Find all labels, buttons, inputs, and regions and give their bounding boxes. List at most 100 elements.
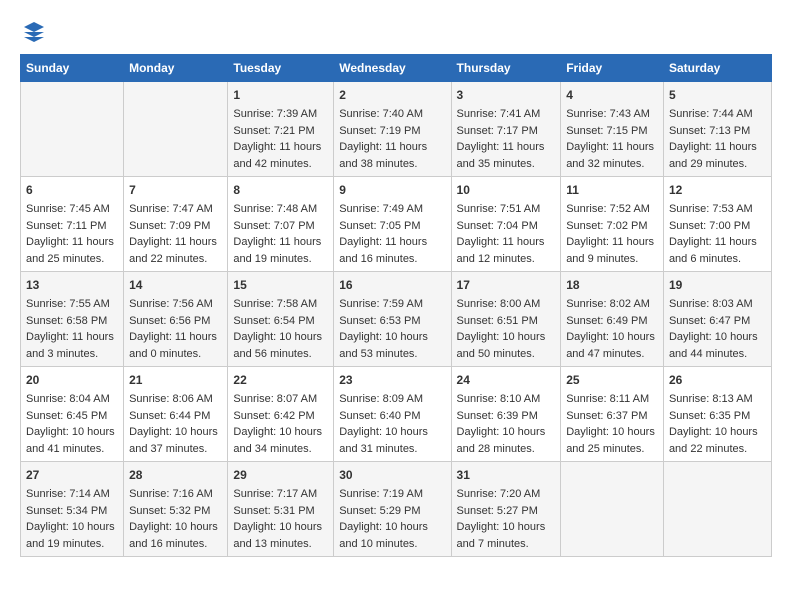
sunset: Sunset: 5:27 PM — [457, 505, 538, 517]
daylight: Daylight: 10 hours and 22 minutes. — [669, 426, 758, 455]
sunset: Sunset: 6:45 PM — [26, 410, 107, 422]
calendar-table: SundayMondayTuesdayWednesdayThursdayFrid… — [20, 54, 772, 557]
calendar-cell: 10Sunrise: 7:51 AMSunset: 7:04 PMDayligh… — [451, 177, 561, 272]
sunset: Sunset: 7:09 PM — [129, 220, 210, 232]
calendar-cell: 21Sunrise: 8:06 AMSunset: 6:44 PMDayligh… — [124, 367, 228, 462]
calendar-cell: 28Sunrise: 7:16 AMSunset: 5:32 PMDayligh… — [124, 462, 228, 557]
sunrise: Sunrise: 7:49 AM — [339, 203, 423, 215]
sunset: Sunset: 7:13 PM — [669, 125, 750, 137]
day-number: 3 — [457, 86, 556, 104]
sunrise: Sunrise: 7:48 AM — [233, 203, 317, 215]
daylight: Daylight: 10 hours and 50 minutes. — [457, 331, 546, 360]
calendar-cell: 29 Sunrise: 7:17 AM Sunset: 5:31 PM Dayligh… — [228, 462, 334, 557]
day-number: 21 — [129, 371, 222, 389]
daylight: Daylight: 11 hours and 19 minutes. — [233, 236, 321, 265]
day-number: 4 — [566, 86, 658, 104]
daylight: Daylight: 10 hours and 41 minutes. — [26, 426, 115, 455]
sunrise: Sunrise: 7:40 AM — [339, 108, 423, 120]
week-row-2: 6 Sunrise: 7:45 AM Sunset: 7:11 PM Daylight… — [21, 177, 772, 272]
daylight: Daylight: 10 hours and 19 minutes. — [26, 521, 115, 550]
day-number: 6 — [26, 181, 118, 199]
sunrise: Sunrise: 8:11 AM — [566, 393, 649, 405]
day-number: 24 — [457, 371, 556, 389]
sunset: Sunset: 6:40 PM — [339, 410, 420, 422]
sunset: Sunset: 7:04 PM — [457, 220, 538, 232]
daylight: Daylight: 11 hours and 22 minutes. — [129, 236, 217, 265]
daylight: Daylight: 11 hours and 42 minutes. — [233, 141, 321, 170]
calendar-cell: 11Sunrise: 7:52 AMSunset: 7:02 PMDayligh… — [561, 177, 664, 272]
daylight: Daylight: 11 hours and 0 minutes. — [129, 331, 217, 360]
calendar-cell: 24Sunrise: 8:10 AMSunset: 6:39 PMDayligh… — [451, 367, 561, 462]
day-number: 16 — [339, 276, 445, 294]
sunset: Sunset: 5:29 PM — [339, 505, 420, 517]
calendar-cell: 9Sunrise: 7:49 AMSunset: 7:05 PMDaylight… — [334, 177, 451, 272]
day-number: 27 — [26, 466, 118, 484]
daylight: Daylight: 10 hours and 44 minutes. — [669, 331, 758, 360]
sunset: Sunset: 7:11 PM — [26, 220, 107, 232]
sunset: Sunset: 5:34 PM — [26, 505, 107, 517]
calendar-cell: 1Sunrise: 7:39 AMSunset: 7:21 PMDaylight… — [228, 82, 334, 177]
calendar-cell: 8Sunrise: 7:48 AMSunset: 7:07 PMDaylight… — [228, 177, 334, 272]
sunset: Sunset: 6:54 PM — [233, 315, 314, 327]
day-number: 8 — [233, 181, 328, 199]
sunset: Sunset: 6:37 PM — [566, 410, 647, 422]
daylight: Daylight: 10 hours and 7 minutes. — [457, 521, 546, 550]
calendar-cell: 18Sunrise: 8:02 AMSunset: 6:49 PMDayligh… — [561, 272, 664, 367]
sunrise: Sunrise: 8:04 AM — [26, 393, 110, 405]
day-number: 12 — [669, 181, 766, 199]
day-number: 26 — [669, 371, 766, 389]
sunrise: Sunrise: 8:13 AM — [669, 393, 753, 405]
col-header-friday: Friday — [561, 55, 664, 82]
daylight: Daylight: 11 hours and 25 minutes. — [26, 236, 114, 265]
sunset: Sunset: 5:32 PM — [129, 505, 210, 517]
day-number: 13 — [26, 276, 118, 294]
sunset: Sunset: 6:56 PM — [129, 315, 210, 327]
calendar-cell: 7Sunrise: 7:47 AMSunset: 7:09 PMDaylight… — [124, 177, 228, 272]
sunrise: Sunrise: 8:02 AM — [566, 298, 650, 310]
sunrise: Sunrise: 7:16 AM — [129, 488, 213, 500]
header — [20, 20, 772, 44]
calendar-cell: 25Sunrise: 8:11 AMSunset: 6:37 PMDayligh… — [561, 367, 664, 462]
day-number: 23 — [339, 371, 445, 389]
sunrise: Sunrise: 7:17 AM — [233, 488, 317, 500]
sunset: Sunset: 7:00 PM — [669, 220, 750, 232]
sunset: Sunset: 5:31 PM — [233, 505, 314, 517]
sunset: Sunset: 6:44 PM — [129, 410, 210, 422]
calendar-cell: 30Sunrise: 7:19 AMSunset: 5:29 PMDayligh… — [334, 462, 451, 557]
daylight: Daylight: 11 hours and 29 minutes. — [669, 141, 757, 170]
daylight: Daylight: 11 hours and 38 minutes. — [339, 141, 427, 170]
daylight: Daylight: 10 hours and 56 minutes. — [233, 331, 322, 360]
sunset: Sunset: 7:17 PM — [457, 125, 538, 137]
daylight: Daylight: 10 hours and 25 minutes. — [566, 426, 655, 455]
sunrise: Sunrise: 7:45 AM — [26, 203, 110, 215]
calendar-cell: 27Sunrise: 7:14 AMSunset: 5:34 PMDayligh… — [21, 462, 124, 557]
day-number: 20 — [26, 371, 118, 389]
day-number: 28 — [129, 466, 222, 484]
day-number: 7 — [129, 181, 222, 199]
day-number: 9 — [339, 181, 445, 199]
calendar-cell — [663, 462, 771, 557]
sunset: Sunset: 6:53 PM — [339, 315, 420, 327]
sunrise: Sunrise: 7:56 AM — [129, 298, 213, 310]
sunset: Sunset: 6:47 PM — [669, 315, 750, 327]
daylight: Daylight: 10 hours and 13 minutes. — [233, 521, 322, 550]
calendar-cell: 23Sunrise: 8:09 AMSunset: 6:40 PMDayligh… — [334, 367, 451, 462]
daylight: Daylight: 10 hours and 10 minutes. — [339, 521, 428, 550]
daylight: Daylight: 10 hours and 34 minutes. — [233, 426, 322, 455]
week-row-4: 20 Sunrise: 8:04 AM Sunset: 6:45 PM Dayligh… — [21, 367, 772, 462]
day-number: 15 — [233, 276, 328, 294]
sunset: Sunset: 7:15 PM — [566, 125, 647, 137]
sunrise: Sunrise: 8:10 AM — [457, 393, 541, 405]
day-number: 11 — [566, 181, 658, 199]
sunrise: Sunrise: 8:00 AM — [457, 298, 541, 310]
col-header-thursday: Thursday — [451, 55, 561, 82]
daylight: Daylight: 10 hours and 37 minutes. — [129, 426, 218, 455]
logo — [20, 20, 46, 44]
daylight: Daylight: 10 hours and 31 minutes. — [339, 426, 428, 455]
sunrise: Sunrise: 7:59 AM — [339, 298, 423, 310]
sunset: Sunset: 6:35 PM — [669, 410, 750, 422]
week-row-1: 1Sunrise: 7:39 AMSunset: 7:21 PMDaylight… — [21, 82, 772, 177]
sunset: Sunset: 7:21 PM — [233, 125, 314, 137]
calendar-cell: 13Sunrise: 7:55 AMSunset: 6:58 PMDayligh… — [21, 272, 124, 367]
day-number: 29 — [233, 466, 328, 484]
